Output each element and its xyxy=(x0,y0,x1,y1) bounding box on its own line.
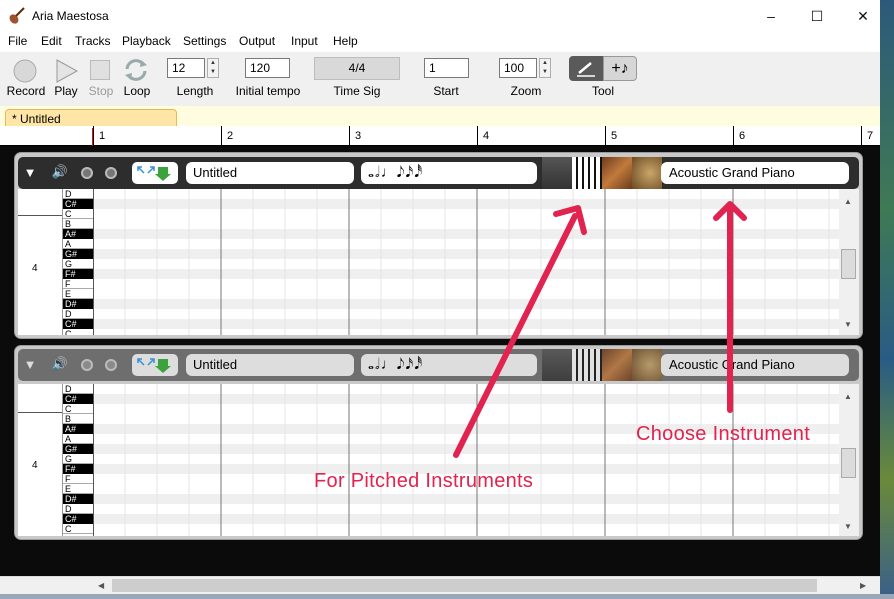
annotation-pitched: For Pitched Instruments xyxy=(314,470,534,492)
arrow-pitched xyxy=(453,213,578,458)
annotation-arrows xyxy=(453,201,747,458)
annotation-choose: Choose Instrument xyxy=(636,423,811,445)
